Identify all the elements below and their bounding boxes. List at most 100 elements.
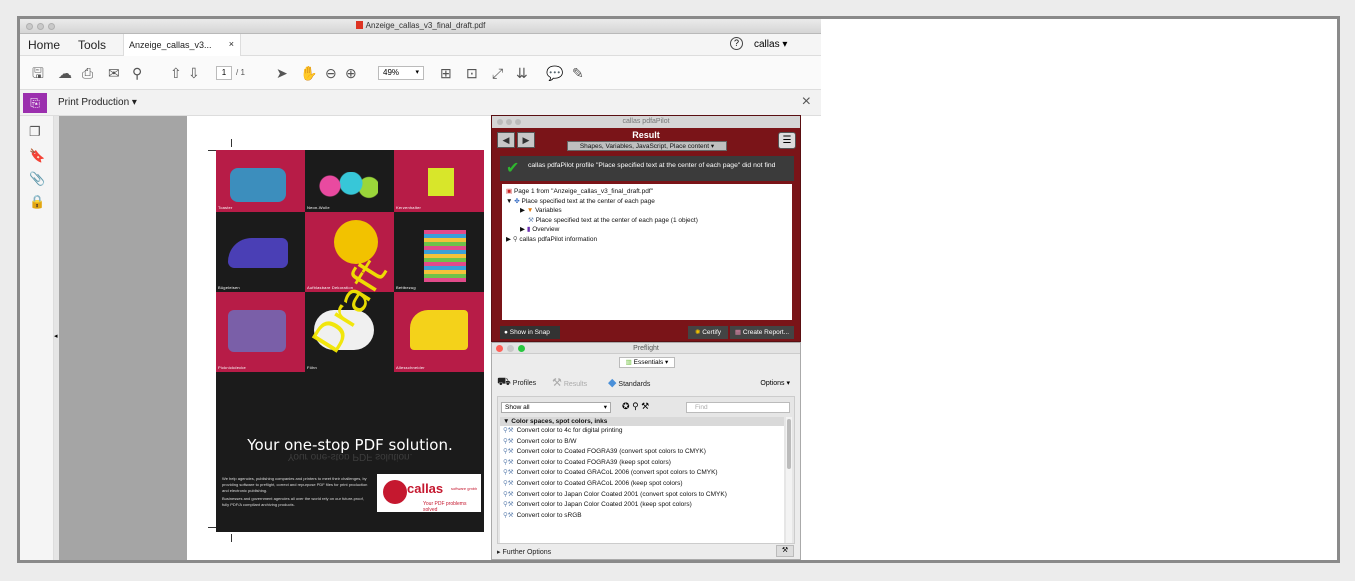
standards-tab[interactable]: ◆ Standards [608, 376, 650, 389]
find-input[interactable]: Find [686, 402, 790, 413]
profiles-tab[interactable]: ⛟ Profiles [497, 376, 536, 390]
library-select[interactable]: ▥ Essentials ▾ [619, 357, 675, 368]
close-icon[interactable]: × [802, 93, 811, 111]
candle-image [428, 168, 454, 196]
window-titlebar: Anzeige_callas_v3_final_draft.pdf [20, 19, 821, 34]
hand-tool-icon[interactable]: ✋ [300, 65, 317, 81]
comment-icon[interactable]: 💬 [546, 65, 563, 81]
slicer-image [410, 310, 468, 350]
print-production-label: Print Production [58, 97, 130, 108]
cell-label: Toaster [218, 205, 233, 210]
page-up-icon[interactable]: ⇧ [170, 65, 182, 81]
zoom-in-icon[interactable]: ⊕ [345, 65, 357, 81]
info-search-icon: ⚲ [512, 235, 518, 243]
filter-select[interactable]: Show all ▾ [501, 402, 611, 413]
full-screen-icon[interactable]: ⤢ [492, 65, 503, 81]
print-production-menu[interactable]: Print Production ▾ [58, 97, 137, 108]
results-icon: ⚒ [552, 377, 562, 389]
list-item[interactable]: ⚲⚒ Convert color to B/W [500, 437, 784, 448]
result-tree: ▣ Page 1 from "Anzeige_callas_v3_final_d… [502, 184, 792, 320]
wrench-icon: ⚒ [528, 216, 534, 224]
security-icon[interactable]: 🔒 [29, 194, 45, 210]
attachment-icon[interactable]: 📎 [29, 171, 45, 187]
bookmark-icon[interactable]: 🔖 [29, 148, 45, 164]
tree-row[interactable]: ▶ ▮ Overview [506, 225, 788, 235]
wrench-icon[interactable]: ⚒ [776, 545, 794, 557]
zoom-out-icon[interactable]: ⊖ [325, 65, 337, 81]
close-tab-icon[interactable]: × [229, 39, 234, 49]
check-filter-icon[interactable]: ⚲ [632, 401, 639, 411]
preflight-window: Preflight ▥ Essentials ▾ ⛟ Profiles ⚒ Re… [491, 342, 801, 560]
further-options-toggle[interactable]: ▸ Further Options [497, 548, 551, 556]
list-item-label: Convert color to Coated FOGRA39 (keep sp… [516, 458, 671, 466]
callas-logo-sub: software gmbh [451, 486, 478, 491]
tree-row[interactable]: ▶ ▼ Variables [506, 206, 788, 216]
read-mode-icon[interactable]: ⇊ [516, 65, 528, 81]
page-number-input[interactable]: 1 [216, 66, 232, 80]
home-tab[interactable]: Home [28, 38, 60, 52]
certify-button[interactable]: ✺ Certify [688, 326, 728, 339]
list-item[interactable]: ⚲⚒ Convert color to 4c for digital printi… [500, 426, 784, 437]
list-item[interactable]: ⚲⚒ Convert color to sRGB [500, 511, 784, 522]
tree-label: callas pdfaPilot information [519, 235, 598, 243]
save-icon[interactable]: 🖫 [32, 65, 44, 81]
document-tab[interactable]: Anzeige_callas_v3... × [123, 34, 241, 56]
list-item-label: Convert color to Coated GRACoL 2006 (kee… [516, 479, 683, 487]
profiles-list: ▼ Color spaces, spot colors, inks ⚲⚒ Conv… [500, 417, 784, 543]
tools-tab[interactable]: Tools [78, 38, 106, 52]
print-icon[interactable]: ⎙ [82, 65, 93, 81]
tree-row[interactable]: ▣ Page 1 from "Anzeige_callas_v3_final_d… [506, 187, 788, 197]
overview-chart-icon: ▮ [526, 226, 531, 233]
poster-headline: Your one-stop PDF solution. [247, 436, 453, 454]
user-menu[interactable]: callas ▾ [754, 39, 787, 50]
pilot-window-controls[interactable] [497, 119, 521, 125]
list-item[interactable]: ⚲⚒ Convert color to Coated FOGRA39 (conve… [500, 447, 784, 458]
window-controls[interactable] [26, 23, 55, 30]
crop-mark [208, 527, 216, 528]
search-icon[interactable]: ⚲ [132, 65, 142, 81]
menu-icon[interactable]: ☰ [778, 132, 796, 149]
list-item[interactable]: ⚲⚒ Convert color to Japan Color Coated 20… [500, 490, 784, 501]
list-item[interactable]: ⚲⚒ Convert color to Coated FOGRA39 (keep … [500, 458, 784, 469]
results-tab[interactable]: ⚒ Results [552, 376, 587, 389]
list-scrollbar[interactable] [786, 417, 792, 543]
list-item[interactable]: ⚲⚒ Convert color to Coated GRACoL 2006 (k… [500, 479, 784, 490]
options-menu[interactable]: Options ▾ [760, 379, 790, 387]
cell-label: Picknickdecke [218, 365, 246, 370]
preflight-window-controls[interactable] [496, 345, 525, 352]
toaster-image [230, 168, 286, 202]
tree-row[interactable]: ▼ ✤ Place specified text at the center o… [506, 197, 788, 207]
print-production-icon[interactable]: ⎘ [23, 93, 47, 113]
page-down-icon[interactable]: ⇩ [188, 65, 200, 81]
list-item[interactable]: ⚲⚒ Convert color to Japan Color Coated 20… [500, 500, 784, 511]
tree-row[interactable]: ▶ ⚲ callas pdfaPilot information [506, 235, 788, 245]
certify-label: Certify [702, 329, 722, 336]
pages-icon[interactable]: ❐ [29, 124, 41, 140]
bedding-image [424, 230, 466, 282]
print-production-bar: ⎘ Print Production ▾ × [20, 90, 821, 116]
pen-icon[interactable]: ✎ [572, 65, 584, 81]
poster-headline-reflection: Your one-stop PDF solution. [287, 454, 413, 462]
result-message: ✔ callas pdfaPilot profile "Place specif… [500, 156, 794, 181]
select-arrow-icon[interactable]: ➤ [276, 65, 288, 81]
group-header[interactable]: ▼ Color spaces, spot colors, inks [500, 417, 784, 426]
scrollbar-thumb[interactable] [787, 419, 791, 469]
show-in-snap-button[interactable]: ● Show in Snap [500, 326, 560, 339]
zoom-select[interactable]: 49% ▾ [378, 66, 424, 80]
help-icon[interactable]: ? [730, 37, 743, 50]
list-item-label: Convert color to sRGB [516, 511, 582, 519]
fixup-filter-icon[interactable]: ✪ [622, 401, 630, 411]
fit-width-icon[interactable]: ⊡ [466, 65, 478, 81]
result-selector[interactable]: Shapes, Variables, JavaScript, Place con… [567, 141, 727, 151]
fit-page-icon[interactable]: ⊞ [440, 65, 452, 81]
list-item-label: Convert color to 4c for digital printing [516, 427, 623, 434]
cloud-upload-icon[interactable]: ☁ [58, 65, 72, 81]
certify-icon: ✺ [694, 329, 701, 336]
wrench-filter-icon[interactable]: ⚒ [641, 401, 649, 411]
result-selector-label: Shapes, Variables, JavaScript, Place con… [579, 143, 710, 150]
email-icon[interactable]: ✉ [108, 65, 120, 81]
list-item[interactable]: ⚲⚒ Convert color to Coated GRACoL 2006 (c… [500, 468, 784, 479]
fixup-icon: ⚲⚒ [503, 448, 514, 456]
create-report-button[interactable]: ▦ Create Report... [730, 326, 794, 339]
tree-row[interactable]: ⚒ Place specified text at the center of … [506, 216, 788, 226]
